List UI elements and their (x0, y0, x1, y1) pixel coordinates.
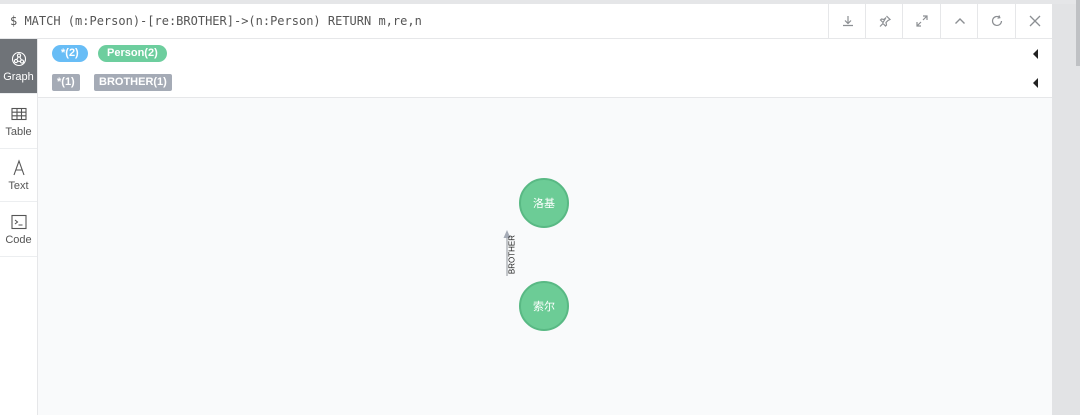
fullscreen-button[interactable] (902, 4, 940, 38)
code-icon (10, 214, 27, 229)
refresh-icon (991, 15, 1002, 27)
text-icon (12, 158, 25, 175)
tab-text[interactable]: Text (0, 149, 37, 202)
relationship-edge (503, 230, 511, 276)
graph-node[interactable]: 洛基 (519, 178, 569, 228)
close-button[interactable] (1015, 4, 1053, 38)
tab-table[interactable]: Table (0, 94, 37, 149)
tab-table-label: Table (5, 125, 32, 138)
node-legend: *(2) Person(2) (38, 39, 1052, 69)
legend-toggle-icon[interactable] (1033, 78, 1038, 88)
tab-graph[interactable]: Graph (0, 39, 37, 94)
scrollbar-thumb[interactable] (1076, 0, 1080, 66)
tab-code[interactable]: Code (0, 202, 37, 257)
table-icon (10, 107, 27, 120)
close-icon (1029, 15, 1040, 27)
download-icon (842, 16, 853, 27)
graph-canvas[interactable]: BROTHER 洛基 索尔 (38, 98, 1052, 415)
relationship-label[interactable]: BROTHER (508, 235, 517, 275)
query-text[interactable]: $ MATCH (m:Person)-[re:BROTHER]->(n:Pers… (10, 14, 422, 28)
view-sidebar: Graph Table Text Code (0, 39, 38, 415)
collapse-icon (954, 18, 965, 24)
legend-node-person[interactable]: Person(2) (98, 45, 167, 62)
rerun-button[interactable] (977, 4, 1015, 38)
expand-icon (915, 15, 928, 27)
result-frame: $ MATCH (m:Person)-[re:BROTHER]->(n:Pers… (0, 4, 1052, 415)
legend-toggle-icon[interactable] (1033, 49, 1038, 59)
relationship-legend: *(1) BROTHER(1) (38, 68, 1052, 98)
tab-code-label: Code (5, 233, 32, 246)
graph-icon (11, 51, 26, 66)
legend-rel-brother[interactable]: BROTHER(1) (94, 74, 172, 91)
collapse-button[interactable] (940, 4, 978, 38)
download-button[interactable] (828, 4, 866, 38)
pin-button[interactable] (865, 4, 903, 38)
tab-text-label: Text (8, 179, 29, 192)
tab-graph-label: Graph (3, 70, 34, 83)
query-bar: $ MATCH (m:Person)-[re:BROTHER]->(n:Pers… (0, 4, 1052, 39)
legend-node-all[interactable]: *(2) (52, 45, 88, 62)
graph-node[interactable]: 索尔 (519, 281, 569, 331)
pin-icon (879, 15, 891, 27)
legend-rel-all[interactable]: *(1) (52, 74, 80, 91)
